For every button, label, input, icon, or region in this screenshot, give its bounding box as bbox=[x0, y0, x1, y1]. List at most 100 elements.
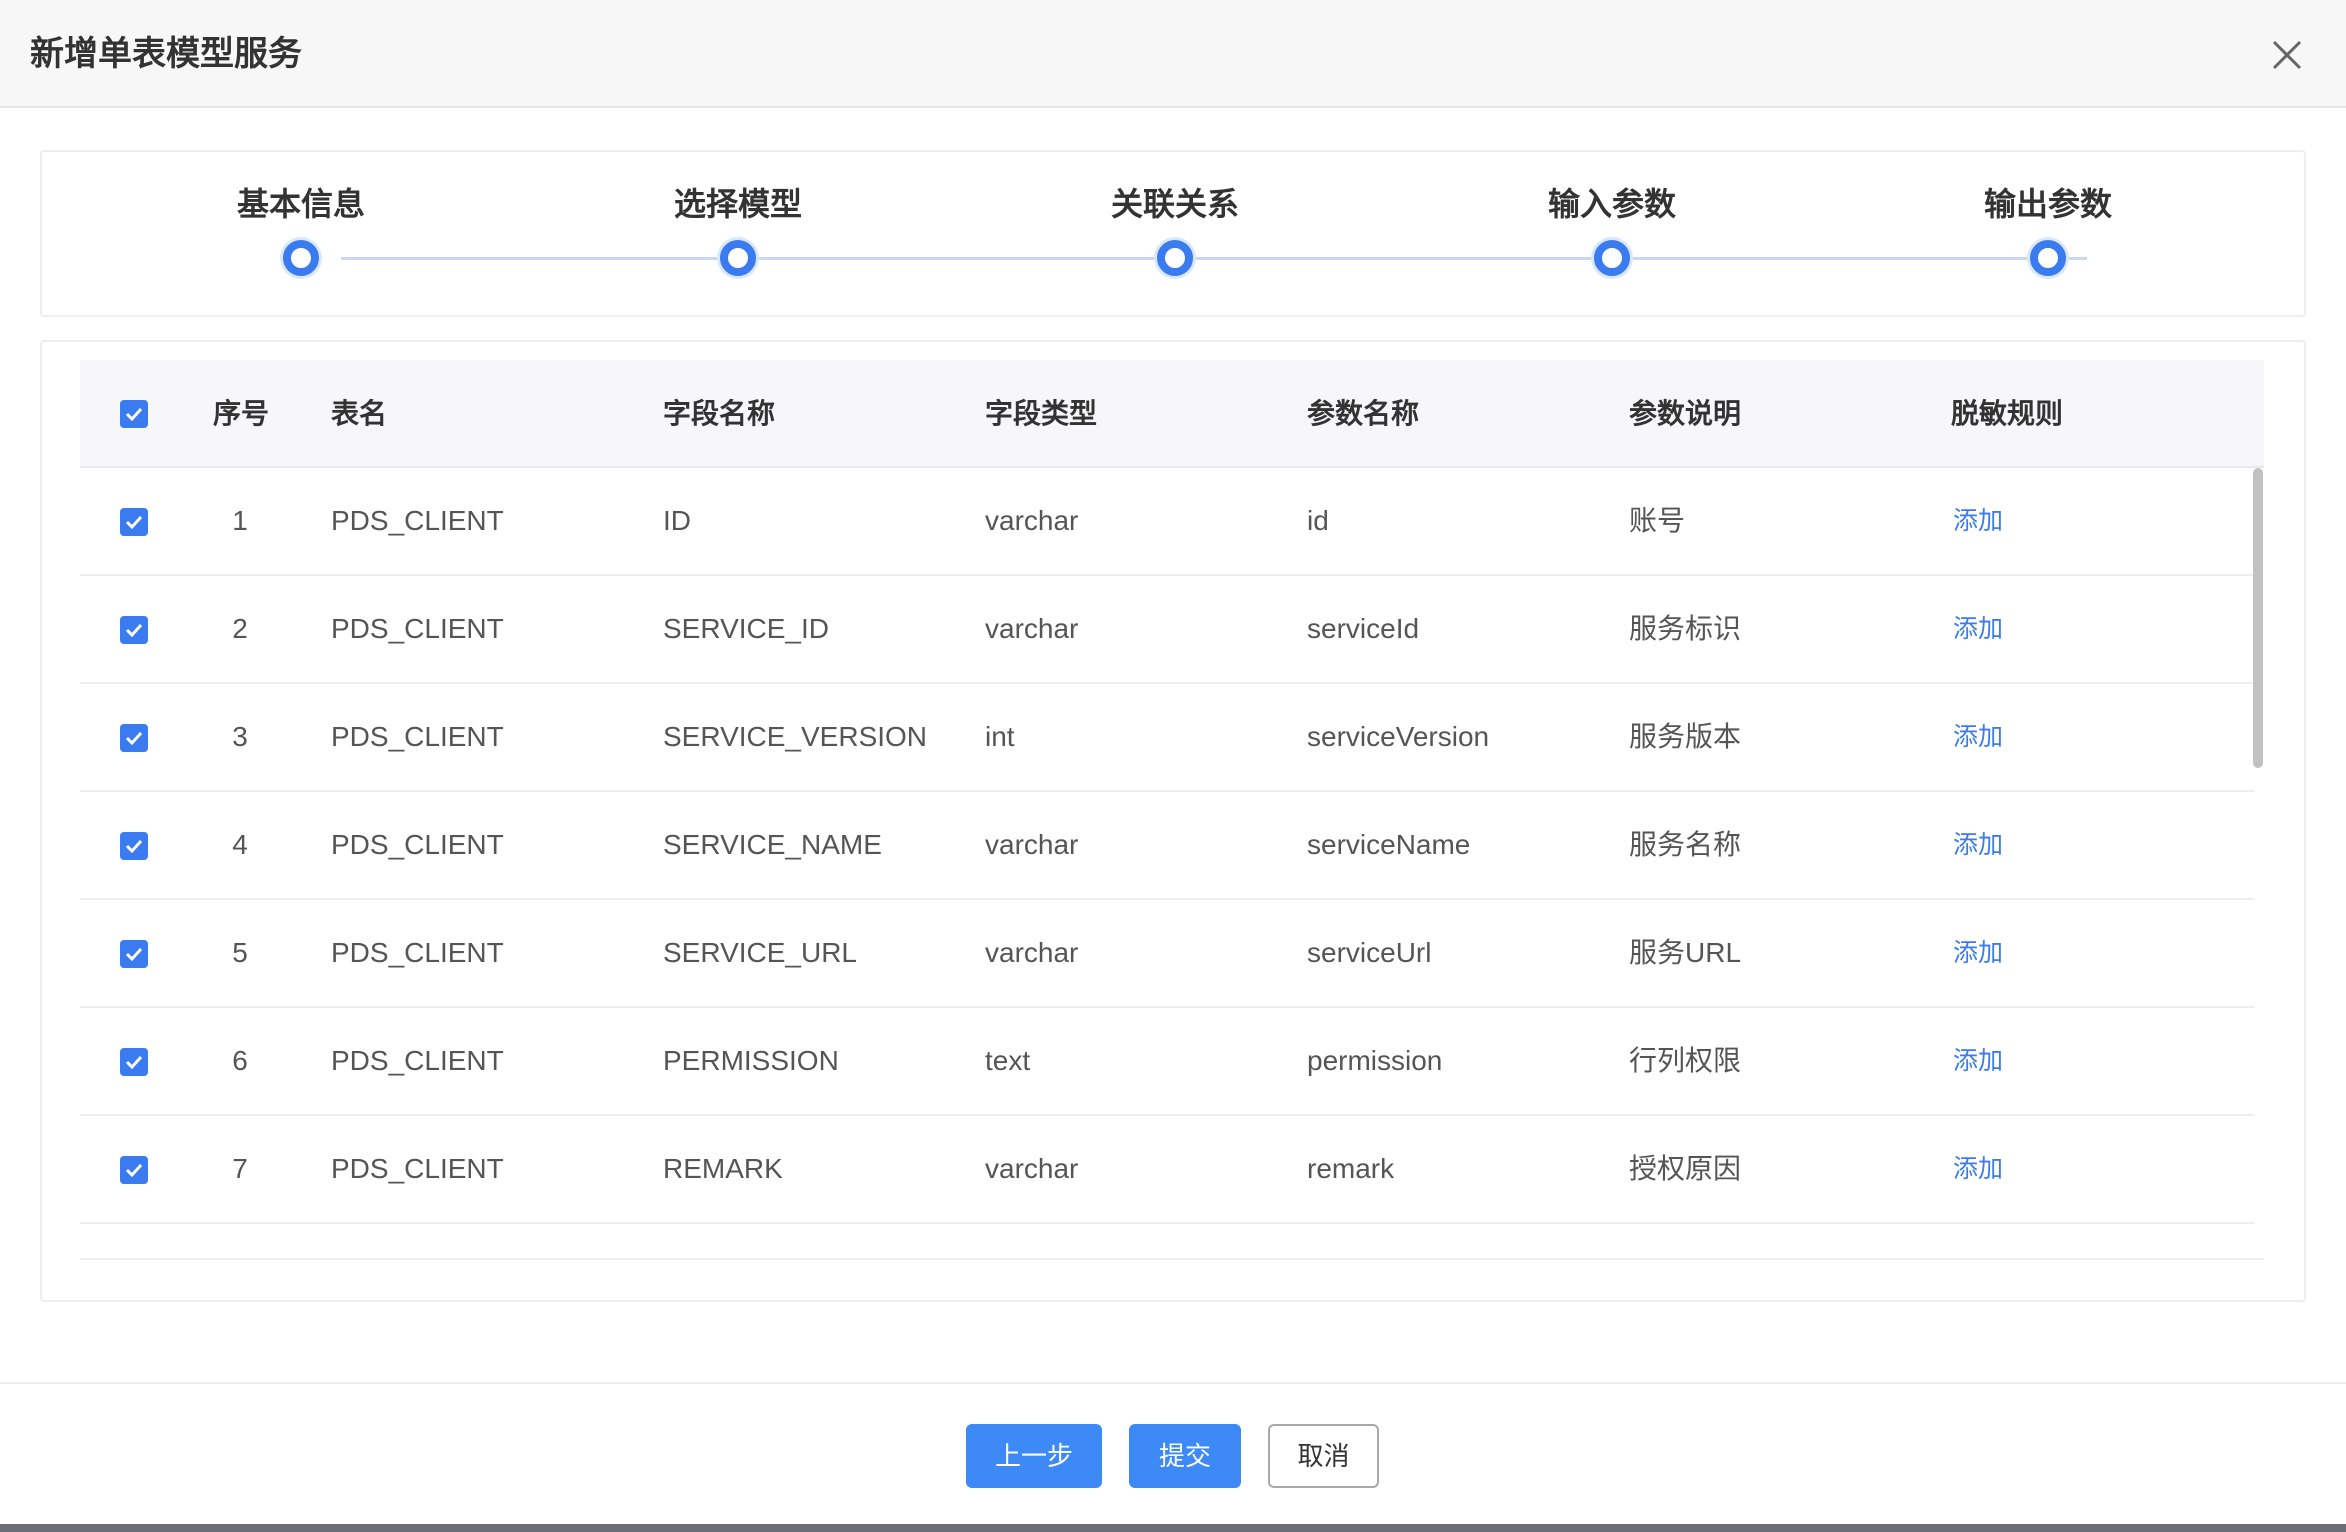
cell-param: serviceName bbox=[1307, 829, 1471, 860]
cell-index: 7 bbox=[232, 1153, 248, 1184]
modal-header: 新增单表模型服务 bbox=[0, 0, 2346, 108]
add-rule-link[interactable]: 添加 bbox=[1953, 576, 2003, 682]
check-icon bbox=[125, 839, 143, 854]
cell-index: 5 bbox=[232, 937, 248, 968]
cell-desc: 服务URL bbox=[1629, 937, 1742, 968]
table-bottom-border bbox=[80, 1258, 2264, 1260]
cell-table: PDS_CLIENT bbox=[331, 721, 504, 752]
cancel-button[interactable]: 取消 bbox=[1268, 1424, 1379, 1488]
check-icon bbox=[125, 731, 143, 746]
column-header-masking: 脱敏规则 bbox=[1951, 398, 2064, 429]
cell-table: PDS_CLIENT bbox=[331, 829, 504, 860]
cell-index: 1 bbox=[232, 505, 248, 536]
check-icon bbox=[125, 407, 143, 422]
step-label: 关联关系 bbox=[1110, 186, 1239, 222]
column-header-field: 字段名称 bbox=[663, 398, 776, 429]
step-relations[interactable]: 关联关系 bbox=[1075, 152, 1275, 312]
close-icon bbox=[2272, 40, 2302, 70]
cell-field: SERVICE_ID bbox=[663, 613, 829, 644]
row-checkbox[interactable] bbox=[120, 616, 148, 644]
footer-divider bbox=[0, 1382, 2346, 1384]
add-rule-link[interactable]: 添加 bbox=[1953, 468, 2003, 574]
step-dot bbox=[1157, 240, 1193, 276]
table-body: 1 PDS_CLIENT ID varchar id 账号 添加 2 PDS_C… bbox=[80, 468, 2254, 1260]
table-scrollbar[interactable] bbox=[2250, 468, 2266, 1258]
table-row: 2 PDS_CLIENT SERVICE_ID varchar serviceI… bbox=[80, 576, 2254, 684]
column-header-index: 序号 bbox=[213, 398, 270, 429]
cell-type: text bbox=[985, 1045, 1031, 1076]
cell-table: PDS_CLIENT bbox=[331, 1153, 504, 1184]
column-header-param: 参数名称 bbox=[1307, 398, 1420, 429]
cell-param: remark bbox=[1307, 1153, 1395, 1184]
check-icon bbox=[125, 1055, 143, 1070]
row-checkbox[interactable] bbox=[120, 1156, 148, 1184]
step-basic-info[interactable]: 基本信息 bbox=[201, 152, 401, 312]
add-rule-link[interactable]: 添加 bbox=[1953, 1008, 2003, 1114]
check-icon bbox=[125, 947, 143, 962]
cell-type: varchar bbox=[985, 829, 1079, 860]
step-select-model[interactable]: 选择模型 bbox=[638, 152, 838, 312]
cell-field: PERMISSION bbox=[663, 1045, 839, 1076]
cell-table: PDS_CLIENT bbox=[331, 505, 504, 536]
add-rule-link[interactable]: 添加 bbox=[1953, 684, 2003, 790]
row-checkbox[interactable] bbox=[120, 832, 148, 860]
cell-desc: 服务版本 bbox=[1629, 721, 1742, 752]
cell-type: varchar bbox=[985, 937, 1079, 968]
table-row: 1 PDS_CLIENT ID varchar id 账号 添加 bbox=[80, 468, 2254, 576]
step-label: 选择模型 bbox=[673, 186, 802, 222]
cell-index: 2 bbox=[232, 613, 248, 644]
step-dot bbox=[2030, 240, 2066, 276]
window-bottom-edge bbox=[0, 1524, 2346, 1532]
cell-param: serviceUrl bbox=[1307, 937, 1432, 968]
cell-param: permission bbox=[1307, 1045, 1443, 1076]
cell-table: PDS_CLIENT bbox=[331, 937, 504, 968]
cell-type: varchar bbox=[985, 505, 1079, 536]
add-rule-link[interactable]: 添加 bbox=[1953, 1116, 2003, 1222]
prev-step-button[interactable]: 上一步 bbox=[966, 1424, 1102, 1488]
submit-button[interactable]: 提交 bbox=[1129, 1424, 1241, 1488]
cell-field: SERVICE_VERSION bbox=[663, 721, 928, 752]
cell-index: 3 bbox=[232, 721, 248, 752]
scrollbar-thumb[interactable] bbox=[2253, 468, 2263, 768]
select-all-checkbox[interactable] bbox=[120, 400, 148, 428]
cell-param: id bbox=[1307, 505, 1329, 536]
cell-table: PDS_CLIENT bbox=[331, 613, 504, 644]
column-header-table: 表名 bbox=[331, 398, 388, 429]
table-row: 4 PDS_CLIENT SERVICE_NAME varchar servic… bbox=[80, 792, 2254, 900]
cell-type: varchar bbox=[985, 613, 1079, 644]
row-checkbox[interactable] bbox=[120, 940, 148, 968]
row-checkbox[interactable] bbox=[120, 1048, 148, 1076]
cell-field: SERVICE_NAME bbox=[663, 829, 882, 860]
step-label: 基本信息 bbox=[236, 186, 365, 222]
add-rule-link[interactable]: 添加 bbox=[1953, 792, 2003, 898]
step-dot bbox=[720, 240, 756, 276]
table-row: 5 PDS_CLIENT SERVICE_URL varchar service… bbox=[80, 900, 2254, 1008]
cell-index: 6 bbox=[232, 1045, 248, 1076]
check-icon bbox=[125, 515, 143, 530]
cell-desc: 账号 bbox=[1629, 505, 1686, 536]
check-icon bbox=[125, 1163, 143, 1178]
add-rule-link[interactable]: 添加 bbox=[1953, 900, 2003, 1006]
step-output-params[interactable]: 输出参数 bbox=[1948, 152, 2148, 312]
row-checkbox[interactable] bbox=[120, 508, 148, 536]
close-button[interactable] bbox=[2266, 34, 2308, 76]
cell-type: varchar bbox=[985, 1153, 1079, 1184]
cell-index: 4 bbox=[232, 829, 248, 860]
cell-table: PDS_CLIENT bbox=[331, 1045, 504, 1076]
table-row: 6 PDS_CLIENT PERMISSION text permission … bbox=[80, 1008, 2254, 1116]
column-header-desc: 参数说明 bbox=[1629, 398, 1742, 429]
step-label: 输出参数 bbox=[1983, 186, 2112, 222]
check-icon bbox=[125, 623, 143, 638]
modal-dialog: 新增单表模型服务 基本信息 选择模型 关联关系 输入参数 输出参数 序号 表名 … bbox=[0, 0, 2346, 1532]
cell-desc: 服务名称 bbox=[1629, 829, 1742, 860]
step-label: 输入参数 bbox=[1547, 186, 1676, 222]
step-dot bbox=[283, 240, 319, 276]
cell-field: ID bbox=[663, 505, 691, 536]
row-checkbox[interactable] bbox=[120, 724, 148, 752]
cell-desc: 服务标识 bbox=[1629, 613, 1742, 644]
step-dot bbox=[1594, 240, 1630, 276]
table-row: 7 PDS_CLIENT REMARK varchar remark 授权原因 … bbox=[80, 1116, 2254, 1224]
step-input-params[interactable]: 输入参数 bbox=[1512, 152, 1712, 312]
cell-field: REMARK bbox=[663, 1153, 783, 1184]
steps-panel: 基本信息 选择模型 关联关系 输入参数 输出参数 bbox=[40, 150, 2306, 317]
